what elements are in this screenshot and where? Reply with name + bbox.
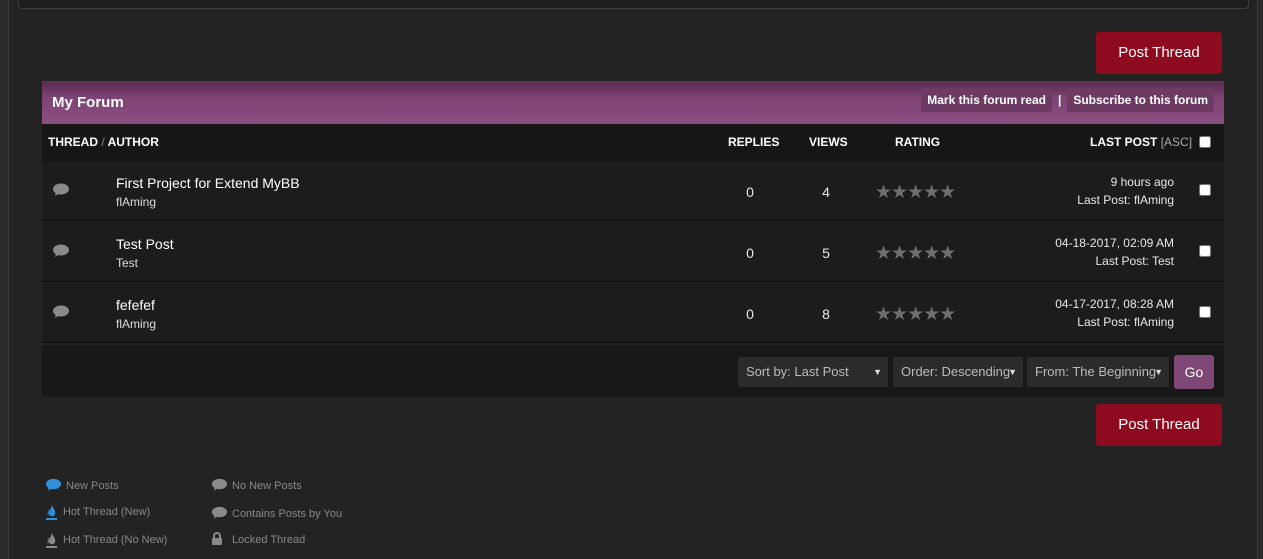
- replies-count[interactable]: 0: [742, 245, 758, 261]
- thread-table-header: THREAD / AUTHOR REPLIES VIEWS RATING LAS…: [42, 124, 1224, 161]
- views-count: 8: [822, 306, 830, 322]
- hot-thread-new-icon: [45, 504, 58, 524]
- thread-column-label[interactable]: THREAD: [48, 135, 98, 149]
- last-post-date[interactable]: 04-18-2017, 02:09 AM: [1055, 236, 1174, 250]
- from-select[interactable]: From: The Beginning ▼: [1027, 357, 1169, 387]
- rating-stars[interactable]: ★★★★★: [875, 181, 956, 204]
- legend-label: No New Posts: [232, 480, 302, 492]
- views-count: 4: [822, 184, 830, 200]
- chevron-down-icon: ▼: [873, 367, 882, 377]
- select-all-checkbox[interactable]: [1199, 136, 1211, 148]
- post-thread-button-bottom[interactable]: Post Thread: [1096, 404, 1222, 446]
- sort-by-select[interactable]: Sort by: Last Post ▼: [738, 357, 888, 387]
- thread-title-link[interactable]: fefefef: [116, 297, 155, 313]
- thread-row: fefefef flAming 0 8 ★★★★★ 04-17-2017, 08…: [42, 283, 1224, 343]
- top-panel: [18, 0, 1249, 9]
- last-post-column-header[interactable]: LAST POST [ASC]: [1090, 135, 1192, 149]
- no-new-posts-icon: [52, 305, 70, 324]
- order-value: Order: Descending: [901, 364, 1011, 379]
- legend-label: Locked Thread: [232, 534, 306, 546]
- legend-label: Hot Thread (New): [63, 506, 151, 518]
- last-post-author[interactable]: Last Post: flAming: [1077, 193, 1174, 207]
- legend-label: Contains Posts by You: [232, 508, 343, 520]
- thread-select-checkbox[interactable]: [1199, 306, 1211, 318]
- thread-select-checkbox[interactable]: [1199, 184, 1211, 196]
- forum-title: My Forum: [52, 94, 124, 111]
- rating-column-header[interactable]: RATING: [895, 135, 940, 149]
- thread-author-header[interactable]: THREAD / AUTHOR: [48, 135, 159, 149]
- replies-count[interactable]: 0: [742, 306, 758, 322]
- last-post-label[interactable]: LAST POST: [1090, 135, 1157, 149]
- replies-count[interactable]: 0: [742, 184, 758, 200]
- replies-column-header[interactable]: REPLIES: [728, 135, 779, 149]
- actions-separator: |: [1057, 93, 1062, 107]
- no-new-posts-icon: [211, 478, 228, 495]
- thread-author-link[interactable]: Test: [116, 256, 138, 270]
- rating-stars[interactable]: ★★★★★: [875, 303, 956, 326]
- last-post-date[interactable]: 04-17-2017, 08:28 AM: [1055, 297, 1174, 311]
- thread-title-link[interactable]: Test Post: [116, 236, 174, 252]
- chevron-down-icon: ▼: [1008, 367, 1017, 377]
- legend-label: Hot Thread (No New): [63, 534, 168, 546]
- thread-title-link[interactable]: First Project for Extend MyBB: [116, 175, 300, 191]
- contains-posts-icon: [211, 506, 228, 523]
- last-post-author[interactable]: Last Post: Test: [1096, 254, 1175, 268]
- legend-label: New Posts: [66, 480, 119, 492]
- sort-bar: Sort by: Last Post ▼ Order: Descending ▼…: [42, 345, 1224, 397]
- from-value: From: The Beginning: [1035, 364, 1157, 379]
- author-column-label[interactable]: AUTHOR: [108, 135, 159, 149]
- thread-author-link[interactable]: flAming: [116, 317, 156, 331]
- chevron-down-icon: ▼: [1154, 367, 1163, 377]
- new-posts-icon: [45, 478, 62, 495]
- sort-by-value: Sort by: Last Post: [746, 364, 849, 379]
- order-select[interactable]: Order: Descending ▼: [893, 357, 1023, 387]
- last-post-author[interactable]: Last Post: flAming: [1077, 315, 1174, 329]
- thread-row: First Project for Extend MyBB flAming 0 …: [42, 161, 1224, 221]
- post-thread-button-top[interactable]: Post Thread: [1096, 32, 1222, 74]
- thread-author-link[interactable]: flAming: [116, 195, 156, 209]
- rating-stars[interactable]: ★★★★★: [875, 242, 956, 265]
- forum-header: My Forum Mark this forum read | Subscrib…: [42, 81, 1224, 124]
- no-new-posts-icon: [52, 183, 70, 202]
- forum-actions: Mark this forum read | Subscribe to this…: [921, 88, 1214, 112]
- hot-thread-icon: [45, 532, 58, 552]
- mark-forum-read-link[interactable]: Mark this forum read: [921, 88, 1052, 112]
- subscribe-forum-link[interactable]: Subscribe to this forum: [1067, 88, 1214, 112]
- views-column-header[interactable]: VIEWS: [809, 135, 848, 149]
- sort-asc-link[interactable]: [ASC]: [1161, 135, 1192, 149]
- thread-row: Test Post Test 0 5 ★★★★★ 04-18-2017, 02:…: [42, 222, 1224, 282]
- column-slash: /: [101, 135, 105, 149]
- lock-icon: [211, 532, 223, 549]
- last-post-date[interactable]: 9 hours ago: [1111, 175, 1174, 189]
- no-new-posts-icon: [52, 244, 70, 263]
- views-count: 5: [822, 245, 830, 261]
- go-button[interactable]: Go: [1174, 355, 1214, 389]
- thread-select-checkbox[interactable]: [1199, 245, 1211, 257]
